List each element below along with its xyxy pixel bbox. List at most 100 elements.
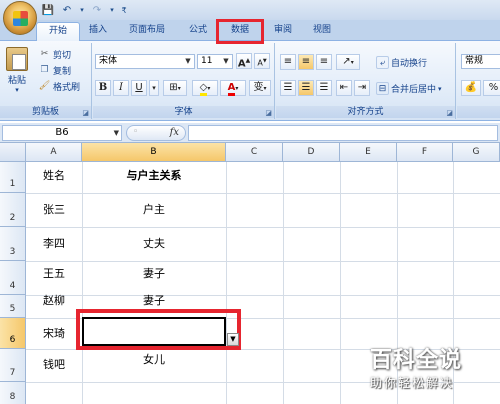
bold-button[interactable]: B [95,80,111,96]
tab-page-layout[interactable]: 页面布局 [118,22,176,41]
clipboard-launcher-icon[interactable]: ◪ [82,109,89,117]
wrap-text-label: 自动换行 [391,59,428,69]
redo-dropdown-icon[interactable]: ▾ [108,2,116,18]
cut-button[interactable]: ✂ 剪切 [38,47,71,62]
row-header-1[interactable]: 1 [0,162,26,193]
chevron-down-icon: ▾ [438,84,442,93]
increase-indent-button[interactable]: ⇥ [354,80,370,96]
align-middle-button[interactable]: ≡ [298,54,314,70]
decrease-indent-button[interactable]: ⇤ [336,80,352,96]
formula-input[interactable] [188,125,498,141]
fill-color-button[interactable]: ◇▾ [192,80,218,96]
column-header-c[interactable]: C [226,143,283,162]
grid-line [226,162,227,404]
underline-dropdown-icon[interactable]: ▾ [149,80,159,96]
quick-access-toolbar: 💾 ↶ ▾ ↷ ▾ ₹ [40,2,129,18]
column-header-b[interactable]: B [82,143,226,162]
column-header-f[interactable]: F [397,143,453,162]
row-header-5[interactable]: 5 [0,295,26,318]
align-right-button[interactable]: ☰ [316,80,332,96]
data-validation-dropdown-button[interactable]: ▼ [227,333,239,346]
cell-b1[interactable]: 与户主关系 [82,167,226,183]
merge-icon: ⊟ [376,82,389,95]
save-icon[interactable]: 💾 [40,2,56,18]
format-painter-button[interactable]: 🖌 格式刷 [38,79,80,94]
watermark-title: 百科全说 [370,348,463,373]
row-header-8[interactable]: 8 [0,382,26,404]
align-bottom-icon: ≡ [319,56,329,67]
paste-button[interactable]: 粘贴 ▾ [4,47,30,97]
align-center-button[interactable]: ☰ [298,80,314,96]
row-header-6[interactable]: 6 [0,318,26,349]
tab-view[interactable]: 视图 [304,22,340,41]
underline-button[interactable]: U [131,80,147,96]
row-header-4[interactable]: 4 [0,261,26,295]
font-color-button[interactable]: A▾ [220,80,246,96]
orientation-button[interactable]: ↗▾ [336,54,360,70]
chevron-down-icon[interactable]: ▼ [114,126,119,140]
cell-a6[interactable]: 宋琦 [26,325,82,341]
merge-center-label: 合并后居中 [391,85,437,95]
column-header-a[interactable]: A [26,143,82,162]
alignment-group: ≡ ≡ ≡ ↗▾ ⤶ 自动换行 ☰ ☰ ☰ ⇤ ⇥ ⊟ 合并后居中 ▾ 对齐方式… [276,43,456,119]
cell-a2[interactable]: 张三 [26,201,82,217]
office-button[interactable] [3,1,37,35]
cell-b3[interactable]: 丈夫 [82,235,226,251]
cell-a7[interactable]: 钱吧 [26,356,82,372]
undo-icon[interactable]: ↶ [59,2,75,18]
grow-font-button[interactable]: A▲ [236,53,252,69]
column-header-e[interactable]: E [340,143,397,162]
insert-function-button[interactable]: fx [170,127,179,138]
align-left-button[interactable]: ☰ [280,80,296,96]
percent-button[interactable]: % [483,80,500,96]
cell-a5[interactable]: 赵柳 [26,292,82,308]
row-header-3[interactable]: 3 [0,227,26,261]
align-top-icon: ≡ [283,56,293,67]
cell-a1[interactable]: 姓名 [26,167,82,183]
tab-home[interactable]: 开始 [36,22,80,41]
grid-line [82,162,83,404]
merge-center-button[interactable]: ⊟ 合并后居中 ▾ [376,81,442,96]
borders-button[interactable]: ⊞▾ [163,80,187,96]
phonetic-button[interactable]: 变▾ [249,80,271,96]
tab-formulas[interactable]: 公式 [180,22,216,41]
italic-button[interactable]: I [113,80,129,96]
font-group-label: 字体 [93,106,274,118]
tab-insert[interactable]: 插入 [82,22,114,41]
grid-line [340,162,341,404]
copy-button[interactable]: ❐ 复制 [38,63,71,78]
row-header-7[interactable]: 7 [0,349,26,382]
redo-icon[interactable]: ↷ [89,2,105,18]
cell-b4[interactable]: 妻子 [82,265,226,281]
select-all-corner[interactable] [0,143,26,162]
row-header-2[interactable]: 2 [0,193,26,227]
chevron-down-icon: ▼ [223,57,229,65]
alignment-launcher-icon[interactable]: ◪ [446,109,453,117]
chevron-down-icon: ▼ [185,57,191,65]
cell-b7[interactable]: 女儿 [82,351,226,367]
align-left-icon: ☰ [283,82,293,93]
cell-a4[interactable]: 王五 [26,265,82,281]
cell-a3[interactable]: 李四 [26,235,82,251]
wrap-text-button[interactable]: ⤶ 自动换行 [376,55,427,70]
font-size-combo[interactable]: 11 ▼ [197,54,233,69]
font-name-combo[interactable]: 宋体 ▼ [95,54,195,69]
align-top-button[interactable]: ≡ [280,54,296,70]
name-box[interactable]: B6 ▼ [2,125,122,141]
tab-review[interactable]: 审阅 [266,22,300,41]
undo-dropdown-icon[interactable]: ▾ [78,2,86,18]
customize-qat-icon[interactable]: ₹ [119,2,129,18]
accounting-format-button[interactable]: 💰 [461,80,481,96]
align-bottom-button[interactable]: ≡ [316,54,332,70]
scissors-icon: ✂ [40,49,49,59]
number-format-combo[interactable]: 常规 [461,54,500,69]
cell-b2[interactable]: 户主 [82,201,226,217]
column-header-d[interactable]: D [283,143,340,162]
cell-b5[interactable]: 妻子 [82,292,226,308]
font-launcher-icon[interactable]: ◪ [265,109,272,117]
align-right-icon: ☰ [319,82,329,93]
shrink-font-button[interactable]: A▼ [254,53,270,69]
align-center-icon: ☰ [301,82,311,93]
column-header-g[interactable]: G [453,143,500,162]
resize-handle-icon[interactable]: ◦ [133,127,138,137]
